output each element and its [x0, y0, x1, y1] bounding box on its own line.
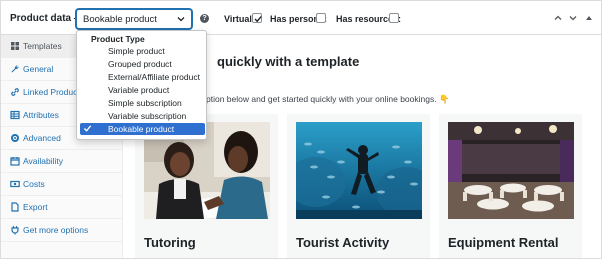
- product-type-dropdown: Product Type Simple product Grouped prod…: [76, 30, 207, 140]
- tab-label: Linked Products: [23, 87, 84, 97]
- plug-icon: [11, 226, 19, 235]
- option-simple-subscription[interactable]: Simple subscription: [80, 97, 205, 109]
- tab-label: Costs: [23, 179, 45, 189]
- templates-heading: quickly with a template: [217, 54, 360, 69]
- product-type-value: Bookable product: [83, 14, 157, 25]
- scuba-diving-photo: [296, 122, 422, 219]
- chevron-up-icon[interactable]: [552, 12, 564, 24]
- chevron-down-icon: [177, 17, 185, 22]
- tab-label: Advanced: [23, 133, 61, 143]
- option-label: Simple subscription: [108, 98, 182, 108]
- tab-label: Templates: [23, 41, 62, 51]
- template-card-equipment-rental[interactable]: Equipment Rental: [439, 114, 582, 258]
- template-card-title: Tutoring: [144, 235, 196, 250]
- event-hall-photo: [448, 122, 574, 219]
- tab-availability[interactable]: Availability: [1, 150, 123, 173]
- option-label: Grouped product: [108, 59, 172, 69]
- template-card-tourist-activity[interactable]: Tourist Activity: [287, 114, 430, 258]
- option-simple-product[interactable]: Simple product: [80, 45, 205, 57]
- collapse-arrow-icon[interactable]: [583, 12, 595, 24]
- tab-export[interactable]: Export: [1, 196, 123, 219]
- product-type-select[interactable]: Bookable product: [76, 9, 192, 29]
- has-resources-checkbox[interactable]: [389, 13, 399, 23]
- link-icon: [11, 88, 19, 96]
- gear-icon: [11, 134, 19, 142]
- checkmark-icon: [254, 16, 262, 23]
- tab-label: Get more options: [23, 225, 89, 235]
- product-data-title: Product data —: [10, 13, 84, 24]
- option-external-affiliate-product[interactable]: External/Affiliate product: [80, 71, 205, 83]
- option-grouped-product[interactable]: Grouped product: [80, 58, 205, 70]
- money-icon: [10, 180, 20, 188]
- option-label: Bookable product: [108, 124, 175, 134]
- templates-intro-text: ption below and get started quickly with…: [206, 94, 450, 104]
- chevron-down-icon[interactable]: [567, 12, 579, 24]
- option-variable-subscription[interactable]: Variable subscription: [80, 110, 205, 122]
- template-card-title: Tourist Activity: [296, 235, 390, 250]
- virtual-label: Virtual:: [224, 14, 255, 24]
- tab-label: Attributes: [23, 110, 59, 120]
- product-data-panel: Product data — Bookable product ? Virtua…: [0, 0, 602, 259]
- tab-label: Export: [23, 202, 48, 212]
- calendar-icon: [10, 157, 20, 166]
- option-label: Variable subscription: [108, 111, 187, 121]
- tab-costs[interactable]: Costs: [1, 173, 123, 196]
- option-label: Simple product: [108, 46, 165, 56]
- table-icon: [10, 110, 20, 120]
- option-variable-product[interactable]: Variable product: [80, 84, 205, 96]
- dropdown-group-label: Product Type: [91, 34, 145, 44]
- tab-label: Availability: [23, 156, 64, 166]
- document-icon: [11, 202, 19, 212]
- help-icon[interactable]: ?: [200, 14, 209, 23]
- virtual-checkbox[interactable]: [252, 13, 262, 23]
- option-label: Variable product: [108, 85, 170, 95]
- checkmark-icon: [83, 125, 92, 132]
- grid-icon: [11, 42, 19, 50]
- tab-label: General: [23, 64, 54, 74]
- option-label: External/Affiliate product: [108, 72, 200, 82]
- has-persons-checkbox[interactable]: [316, 13, 326, 23]
- option-bookable-product[interactable]: Bookable product: [80, 123, 205, 135]
- tab-get-more-options[interactable]: Get more options: [1, 219, 123, 242]
- template-card-title: Equipment Rental: [448, 235, 559, 250]
- wrench-icon: [11, 65, 19, 73]
